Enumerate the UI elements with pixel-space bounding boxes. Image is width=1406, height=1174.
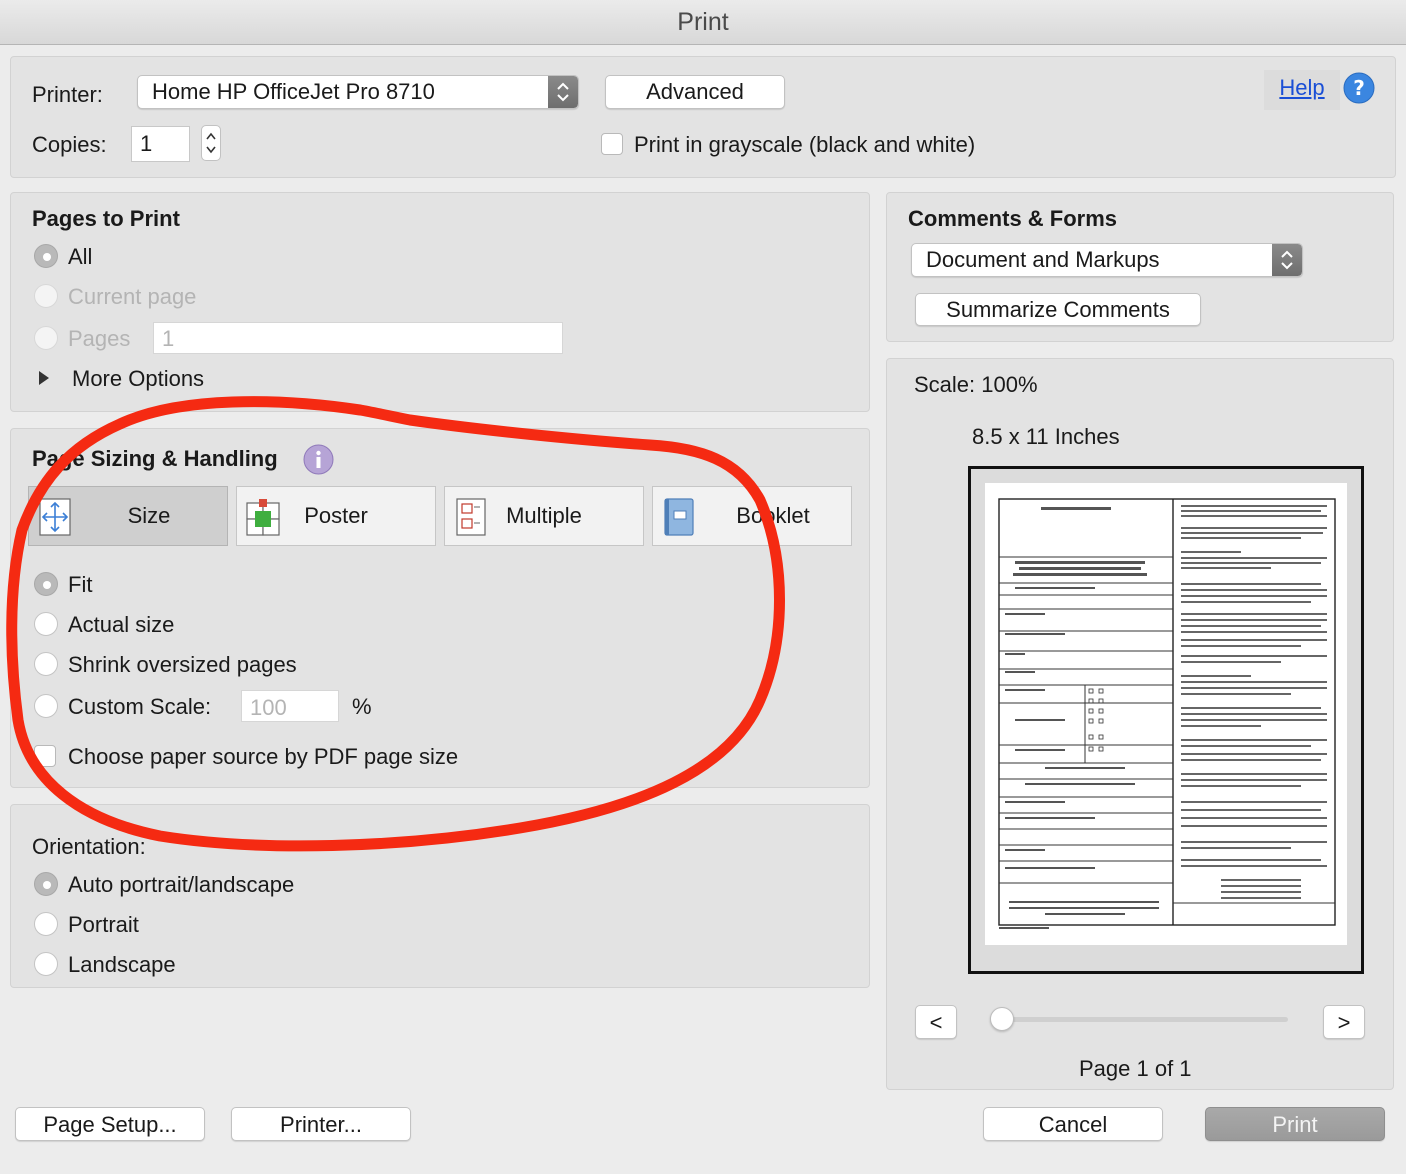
stepper-icon: [206, 132, 216, 154]
preview-page-sheet: [985, 483, 1347, 945]
radio-custom-scale[interactable]: [34, 694, 58, 718]
radio-portrait-label: Portrait: [68, 912, 139, 937]
svg-text:?: ?: [1353, 76, 1365, 100]
radio-actual-size[interactable]: [34, 612, 58, 636]
tab-size-label: Size: [127, 503, 171, 528]
page-sizing-panel: [10, 428, 870, 788]
window-title: Print: [0, 0, 1406, 45]
radio-pages-label: Pages: [68, 326, 131, 351]
radio-landscape[interactable]: [34, 952, 58, 976]
paper-size-text: 8.5 x 11 Inches: [972, 424, 1120, 449]
percent-sign: %: [352, 694, 372, 719]
radio-all-label: All: [68, 244, 93, 269]
page-slider-thumb[interactable]: [990, 1007, 1014, 1031]
radio-landscape-label: Landscape: [68, 952, 176, 977]
document-thumbnail: [998, 498, 1336, 929]
cancel-button[interactable]: Cancel: [983, 1107, 1163, 1141]
paper-source-checkbox[interactable]: [34, 745, 56, 767]
page-sizing-title: Page Sizing & Handling: [32, 446, 278, 471]
comments-select-arrows: [1272, 244, 1302, 276]
tab-size[interactable]: Size: [28, 486, 228, 546]
radio-auto-orientation-label: Auto portrait/landscape: [68, 872, 295, 897]
tab-booklet[interactable]: Booklet: [652, 486, 852, 546]
radio-fit-label: Fit: [68, 572, 93, 597]
comments-forms-title: Comments & Forms: [908, 206, 1118, 231]
comments-forms-select[interactable]: Document and Markups: [911, 243, 1303, 277]
help-icon[interactable]: ?: [1343, 72, 1375, 104]
radio-current-page-label: Current page: [68, 284, 197, 309]
radio-portrait[interactable]: [34, 912, 58, 936]
printer-button[interactable]: Printer...: [231, 1107, 411, 1141]
advanced-button[interactable]: Advanced: [605, 75, 785, 109]
printer-select[interactable]: Home HP OfficeJet Pro 8710: [137, 75, 579, 109]
tab-poster[interactable]: Poster: [236, 486, 436, 546]
radio-auto-orientation[interactable]: [34, 872, 58, 896]
page-indicator: Page 1 of 1: [1079, 1056, 1192, 1081]
page-preview: [968, 466, 1364, 974]
radio-all[interactable]: [34, 244, 58, 268]
summarize-comments-button[interactable]: Summarize Comments: [915, 293, 1201, 326]
radio-custom-scale-label: Custom Scale:: [68, 694, 212, 719]
copies-input[interactable]: 1: [131, 126, 190, 162]
grayscale-label: Print in grayscale (black and white): [634, 132, 976, 157]
orientation-title: Orientation:: [32, 834, 146, 859]
scale-text: Scale: 100%: [914, 372, 1038, 397]
tab-booklet-label: Booklet: [736, 503, 810, 528]
updown-chevron-icon: [557, 82, 569, 102]
comments-forms-select-value: Document and Markups: [926, 247, 1160, 272]
prev-page-button[interactable]: <: [915, 1005, 957, 1039]
printer-select-arrows: [548, 76, 578, 108]
info-icon[interactable]: [303, 444, 334, 475]
copies-label: Copies:: [32, 132, 107, 157]
printer-label: Printer:: [32, 82, 103, 107]
radio-current-page[interactable]: [34, 284, 58, 308]
radio-pages[interactable]: [34, 326, 58, 350]
paper-source-label: Choose paper source by PDF page size: [68, 744, 459, 769]
disclosure-triangle-icon[interactable]: [38, 370, 50, 391]
radio-shrink-oversized-label: Shrink oversized pages: [68, 652, 297, 677]
next-page-button[interactable]: >: [1323, 1005, 1365, 1039]
page-setup-button[interactable]: Page Setup...: [15, 1107, 205, 1141]
pages-range-input[interactable]: 1: [153, 322, 563, 354]
radio-shrink-oversized[interactable]: [34, 652, 58, 676]
pages-to-print-title: Pages to Print: [32, 206, 180, 231]
copies-stepper[interactable]: [201, 125, 221, 161]
help-link[interactable]: Help: [1264, 70, 1340, 110]
tab-multiple[interactable]: Multiple: [444, 486, 644, 546]
custom-scale-input[interactable]: 100: [241, 690, 339, 722]
tab-poster-label: Poster: [304, 503, 368, 528]
radio-fit[interactable]: [34, 572, 58, 596]
printer-select-value: Home HP OfficeJet Pro 8710: [152, 79, 435, 104]
tab-multiple-label: Multiple: [506, 503, 582, 528]
grayscale-checkbox[interactable]: [601, 133, 623, 155]
more-options-label[interactable]: More Options: [72, 366, 204, 392]
print-button[interactable]: Print: [1205, 1107, 1385, 1141]
page-slider-track[interactable]: [1000, 1017, 1288, 1022]
updown-chevron-icon: [1281, 250, 1293, 270]
radio-actual-size-label: Actual size: [68, 612, 175, 637]
